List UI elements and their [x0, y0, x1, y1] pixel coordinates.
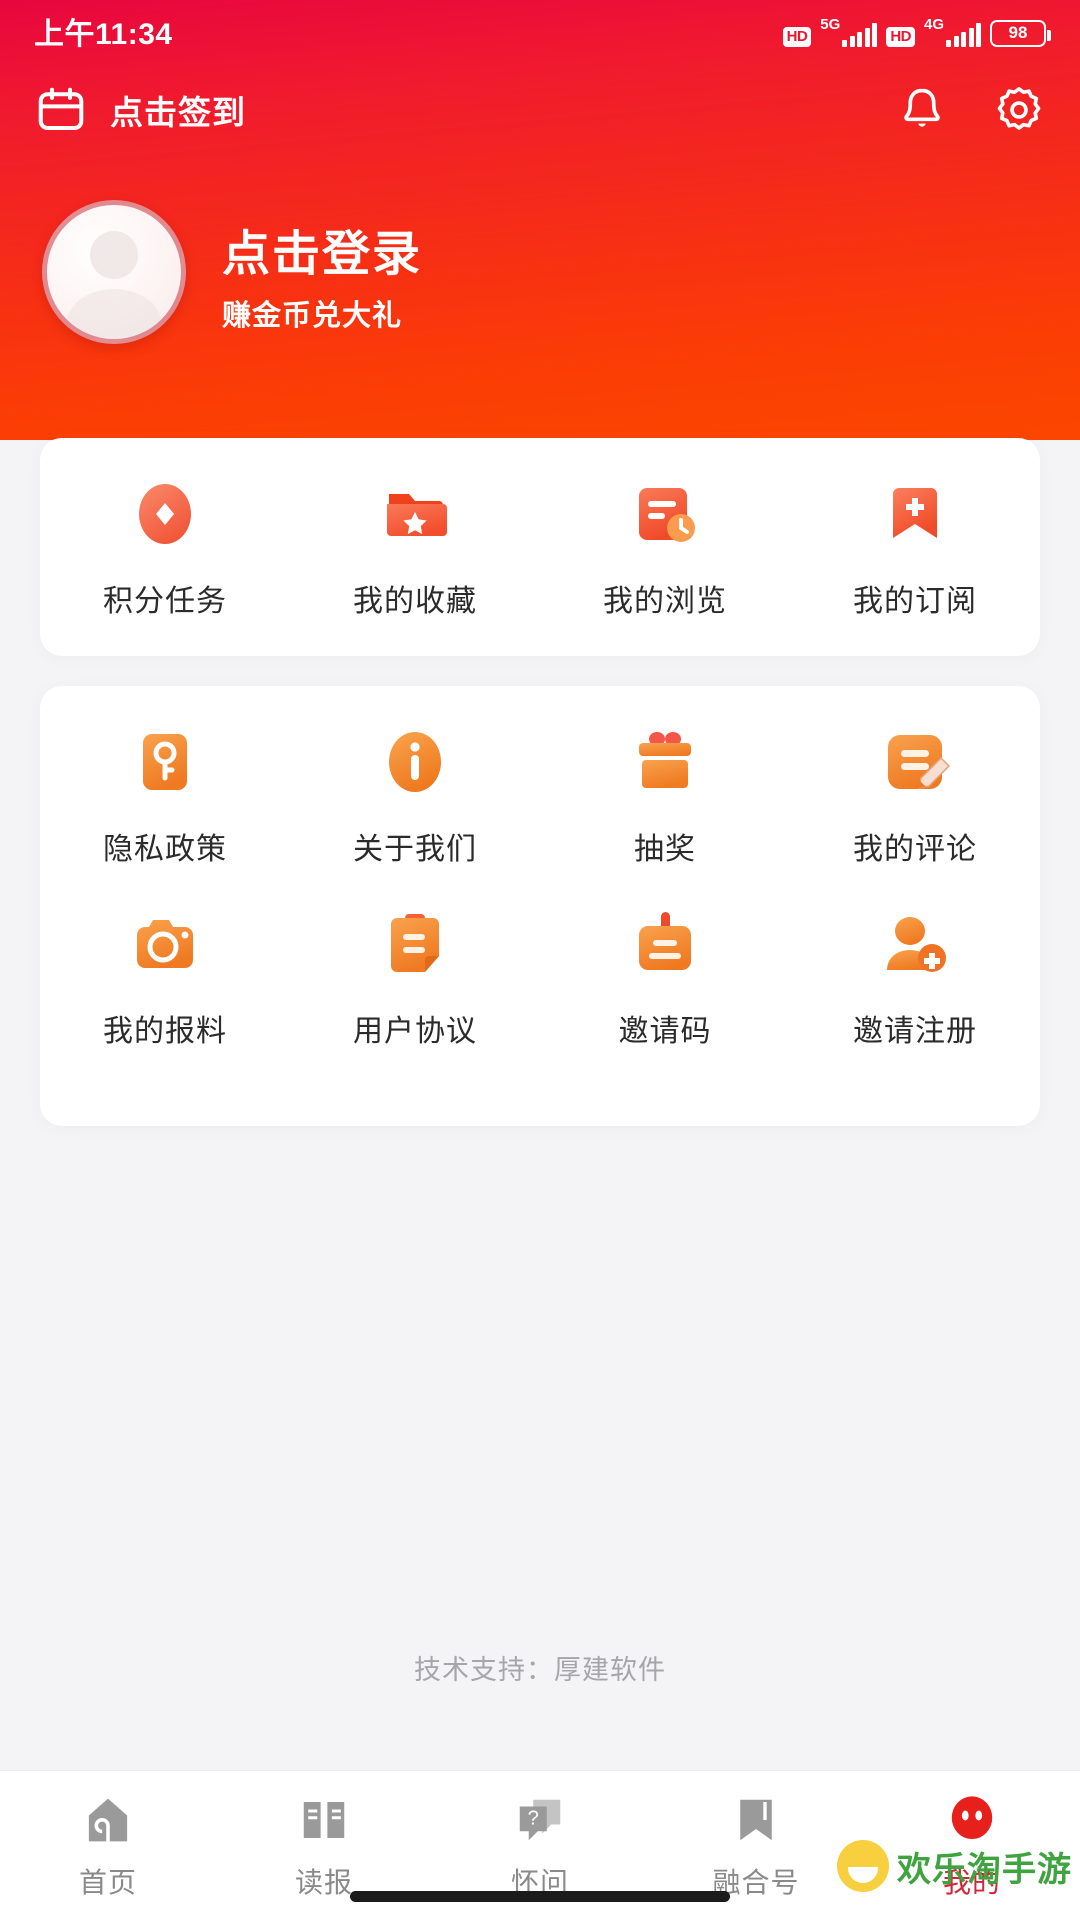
menu-item-privacy-policy[interactable]: 隐私政策: [40, 686, 290, 868]
user-plus-icon: [879, 908, 951, 980]
gear-icon[interactable]: [992, 83, 1046, 137]
history-document-icon: [629, 478, 701, 550]
settings-grid: 隐私政策 关于我们 抽奖 我的评论 我的报料 用户协议 邀请码 邀请注册: [40, 686, 1040, 1050]
question-bubble-icon: ?: [519, 1799, 561, 1841]
phone-screen: 上午11:34 HD 5G HD 4G 98 点击签到 点击登录 赚金币兑大礼 …: [0, 0, 1080, 1920]
menu-label: 积分任务: [103, 585, 227, 618]
top-nav-actions: [896, 83, 1046, 137]
status-clock: 上午11:34: [34, 18, 173, 51]
smiley-icon: [837, 1840, 889, 1892]
menu-item-my-comments[interactable]: 我的评论: [790, 686, 1040, 868]
menu-label: 隐私政策: [103, 833, 227, 866]
comment-edit-icon: [879, 726, 951, 798]
status-bar: 上午11:34 HD 5G HD 4G 98: [0, 0, 1080, 62]
home-icon: [88, 1798, 128, 1842]
diamond-icon: [129, 478, 201, 550]
header-hero: 上午11:34 HD 5G HD 4G 98 点击签到 点击登录 赚金币兑大礼: [0, 0, 1080, 440]
menu-label: 我的评论: [853, 833, 977, 866]
signal-bars-2: [946, 22, 981, 47]
home-indicator[interactable]: [350, 1891, 730, 1902]
profile-row[interactable]: 点击登录 赚金币兑大礼: [0, 200, 1080, 344]
menu-label: 用户协议: [353, 1015, 477, 1048]
menu-item-my-history[interactable]: 我的浏览: [540, 438, 790, 620]
menu-label: 邀请注册: [853, 1015, 977, 1048]
quick-actions-grid: 积分任务 我的收藏 我的浏览 我的订阅: [40, 438, 1040, 620]
agreement-document-icon: [379, 908, 451, 980]
sign-in-label: 点击签到: [110, 94, 246, 131]
profile-icon: [951, 1796, 993, 1840]
menu-item-invite-register[interactable]: 邀请注册: [790, 868, 1040, 1050]
tab-newspaper[interactable]: 读报: [216, 1793, 432, 1901]
tab-fusion[interactable]: 融合号: [648, 1793, 864, 1901]
signal-group-1: 5G: [820, 15, 878, 47]
menu-item-my-favorites[interactable]: 我的收藏: [290, 438, 540, 620]
info-icon: [379, 726, 451, 798]
settings-card: 隐私政策 关于我们 抽奖 我的评论 我的报料 用户协议 邀请码 邀请注册: [40, 686, 1040, 1126]
menu-label: 关于我们: [353, 833, 477, 866]
bookmark-icon: [740, 1799, 772, 1841]
network-type-2: 4G: [923, 15, 944, 33]
profile-text: 点击登录 赚金币兑大礼: [222, 210, 422, 334]
tab-label: 读报: [294, 1867, 353, 1898]
battery-indicator: 98: [990, 19, 1051, 47]
hd-badge-2: HD: [886, 27, 915, 47]
menu-label: 我的报料: [103, 1015, 227, 1048]
status-indicators: HD 5G HD 4G 98: [782, 15, 1051, 47]
invite-card-icon: [629, 908, 701, 980]
tab-question[interactable]: ? 怀问: [432, 1793, 648, 1901]
tab-home[interactable]: 首页: [0, 1793, 216, 1901]
menu-item-my-subscriptions[interactable]: 我的订阅: [790, 438, 1040, 620]
menu-item-points-task[interactable]: 积分任务: [40, 438, 290, 620]
menu-item-user-agreement[interactable]: 用户协议: [290, 868, 540, 1050]
sign-in-button[interactable]: 点击签到: [34, 83, 246, 137]
top-nav: 点击签到: [0, 62, 1080, 158]
menu-item-my-tipoff[interactable]: 我的报料: [40, 868, 290, 1050]
bottom-tab-bar: 首页 读报 ? 怀问 融合号 我的 欢乐淘手游: [0, 1770, 1080, 1920]
signal-group-2: 4G: [924, 16, 981, 47]
menu-label: 我的订阅: [853, 585, 977, 618]
camera-icon: [129, 908, 201, 980]
menu-label: 我的收藏: [353, 585, 477, 618]
svg-text:?: ?: [528, 1808, 539, 1830]
signal-bars-1: [842, 22, 878, 47]
book-icon: [303, 1802, 345, 1838]
login-title[interactable]: 点击登录: [222, 214, 422, 284]
login-subtitle: 赚金币兑大礼: [222, 300, 403, 332]
hd-badge-1: HD: [782, 27, 812, 47]
menu-item-about-us[interactable]: 关于我们: [290, 686, 540, 868]
watermark-text: 欢乐淘手游: [897, 1850, 1072, 1889]
tab-label: 首页: [78, 1867, 137, 1898]
menu-label: 抽奖: [634, 833, 696, 866]
folder-star-icon: [379, 478, 451, 550]
network-type-1: 5G: [820, 15, 841, 33]
menu-item-lottery[interactable]: 抽奖: [540, 686, 790, 868]
quick-actions-card: 积分任务 我的收藏 我的浏览 我的订阅: [40, 438, 1040, 656]
menu-label: 我的浏览: [603, 585, 727, 618]
avatar[interactable]: [42, 200, 186, 344]
support-credit: 技术支持：厚建软件: [414, 1655, 666, 1685]
key-icon: [129, 726, 201, 798]
gift-icon: [629, 726, 701, 798]
bookmark-plus-icon: [879, 478, 951, 550]
menu-item-invite-code[interactable]: 邀请码: [540, 868, 790, 1050]
menu-label: 邀请码: [618, 1015, 712, 1048]
calendar-icon: [38, 87, 84, 131]
watermark: 欢乐淘手游: [837, 1840, 1072, 1892]
bell-icon[interactable]: [896, 84, 948, 136]
